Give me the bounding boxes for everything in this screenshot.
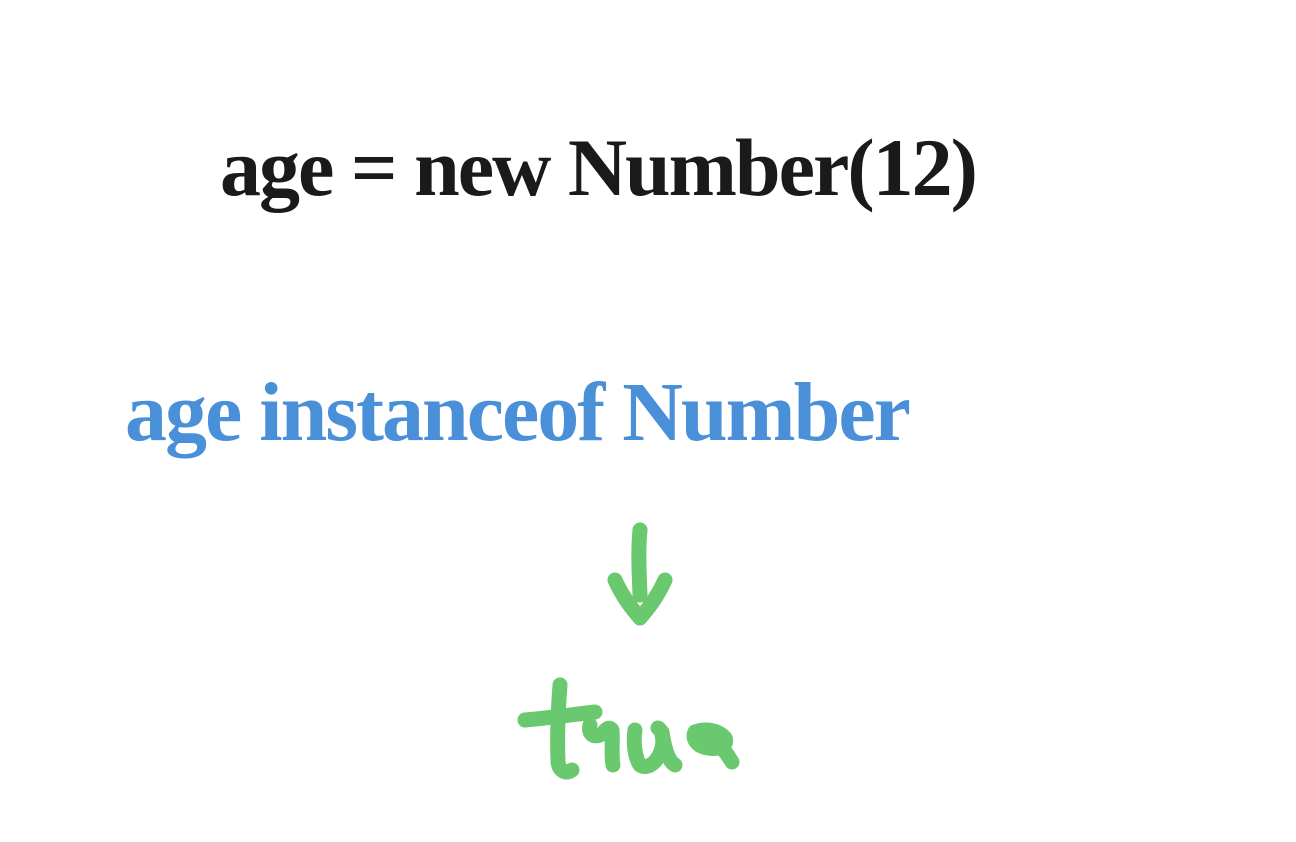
result-text-path <box>525 685 732 772</box>
assignment-text: age = new Number(12) <box>220 122 976 213</box>
result-line: true <box>510 670 790 820</box>
arrow-down-icon <box>595 520 685 650</box>
code-assignment-line: age = new Number(12) <box>220 110 1090 259</box>
code-instanceof-line: age instanceof Number <box>125 350 1185 509</box>
instanceof-text: age instanceof Number <box>125 366 910 459</box>
diagram-canvas: age = new Number(12) age instanceof Numb… <box>0 0 1296 842</box>
